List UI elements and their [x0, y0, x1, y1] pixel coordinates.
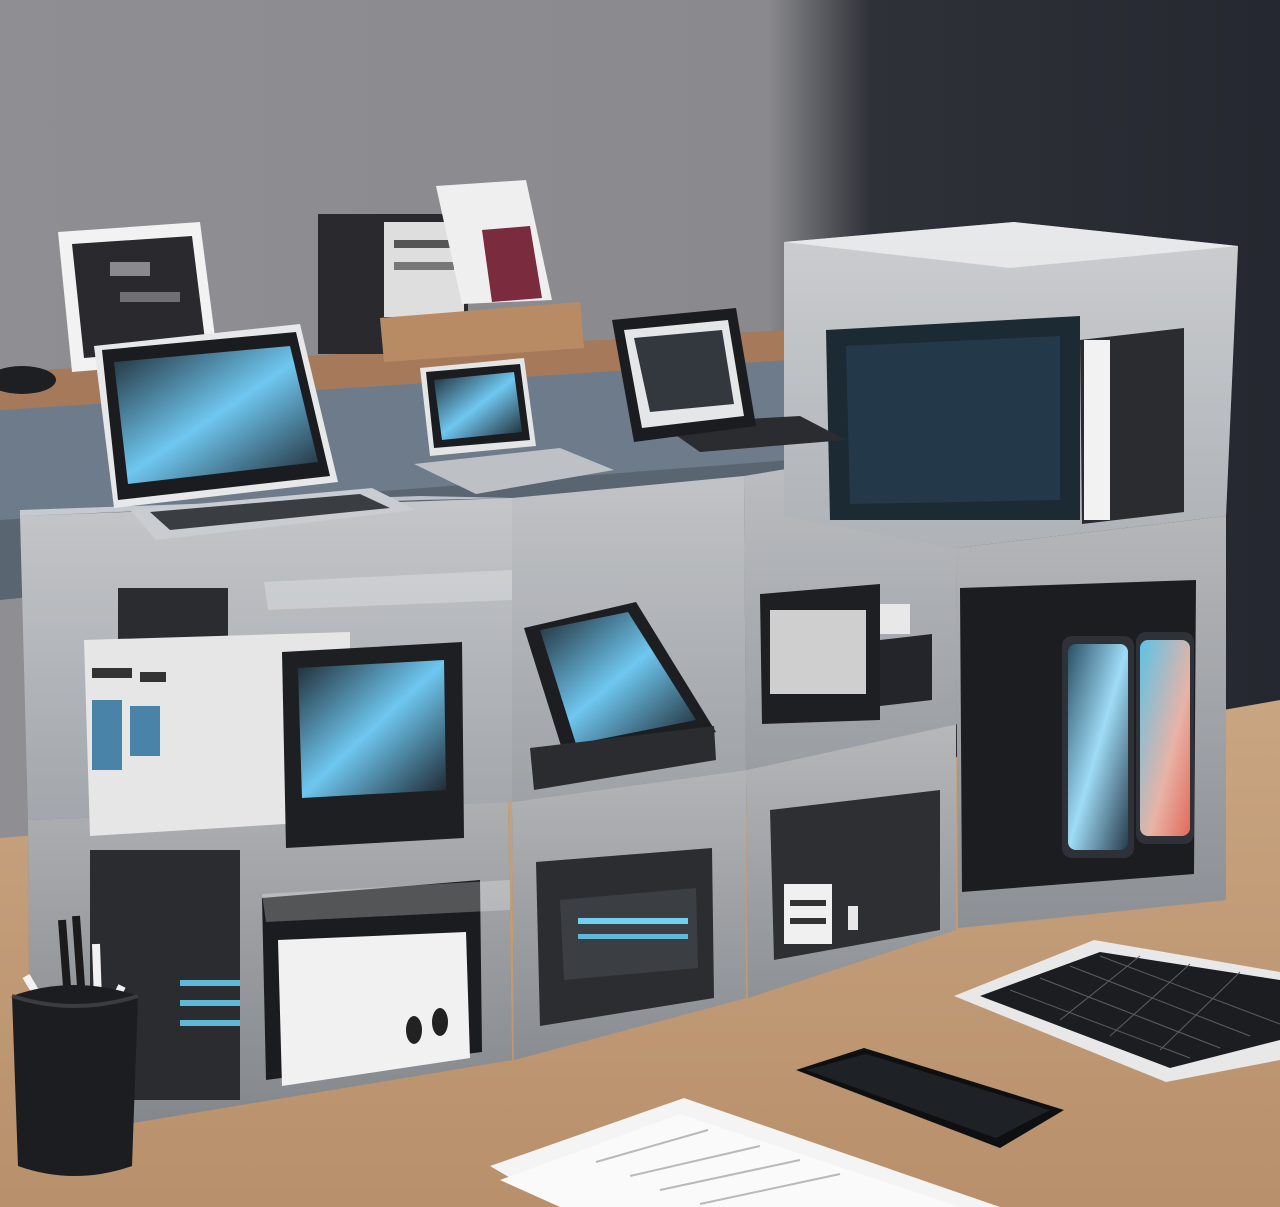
- storage-box-right-upper: [784, 222, 1238, 548]
- desk-storage-scene: [0, 0, 1280, 1207]
- storage-box-top-left: [20, 496, 512, 848]
- storage-box-right-lower: [956, 516, 1226, 928]
- scene-illustration: [0, 0, 1280, 1207]
- storage-box-top-middle: [512, 476, 746, 802]
